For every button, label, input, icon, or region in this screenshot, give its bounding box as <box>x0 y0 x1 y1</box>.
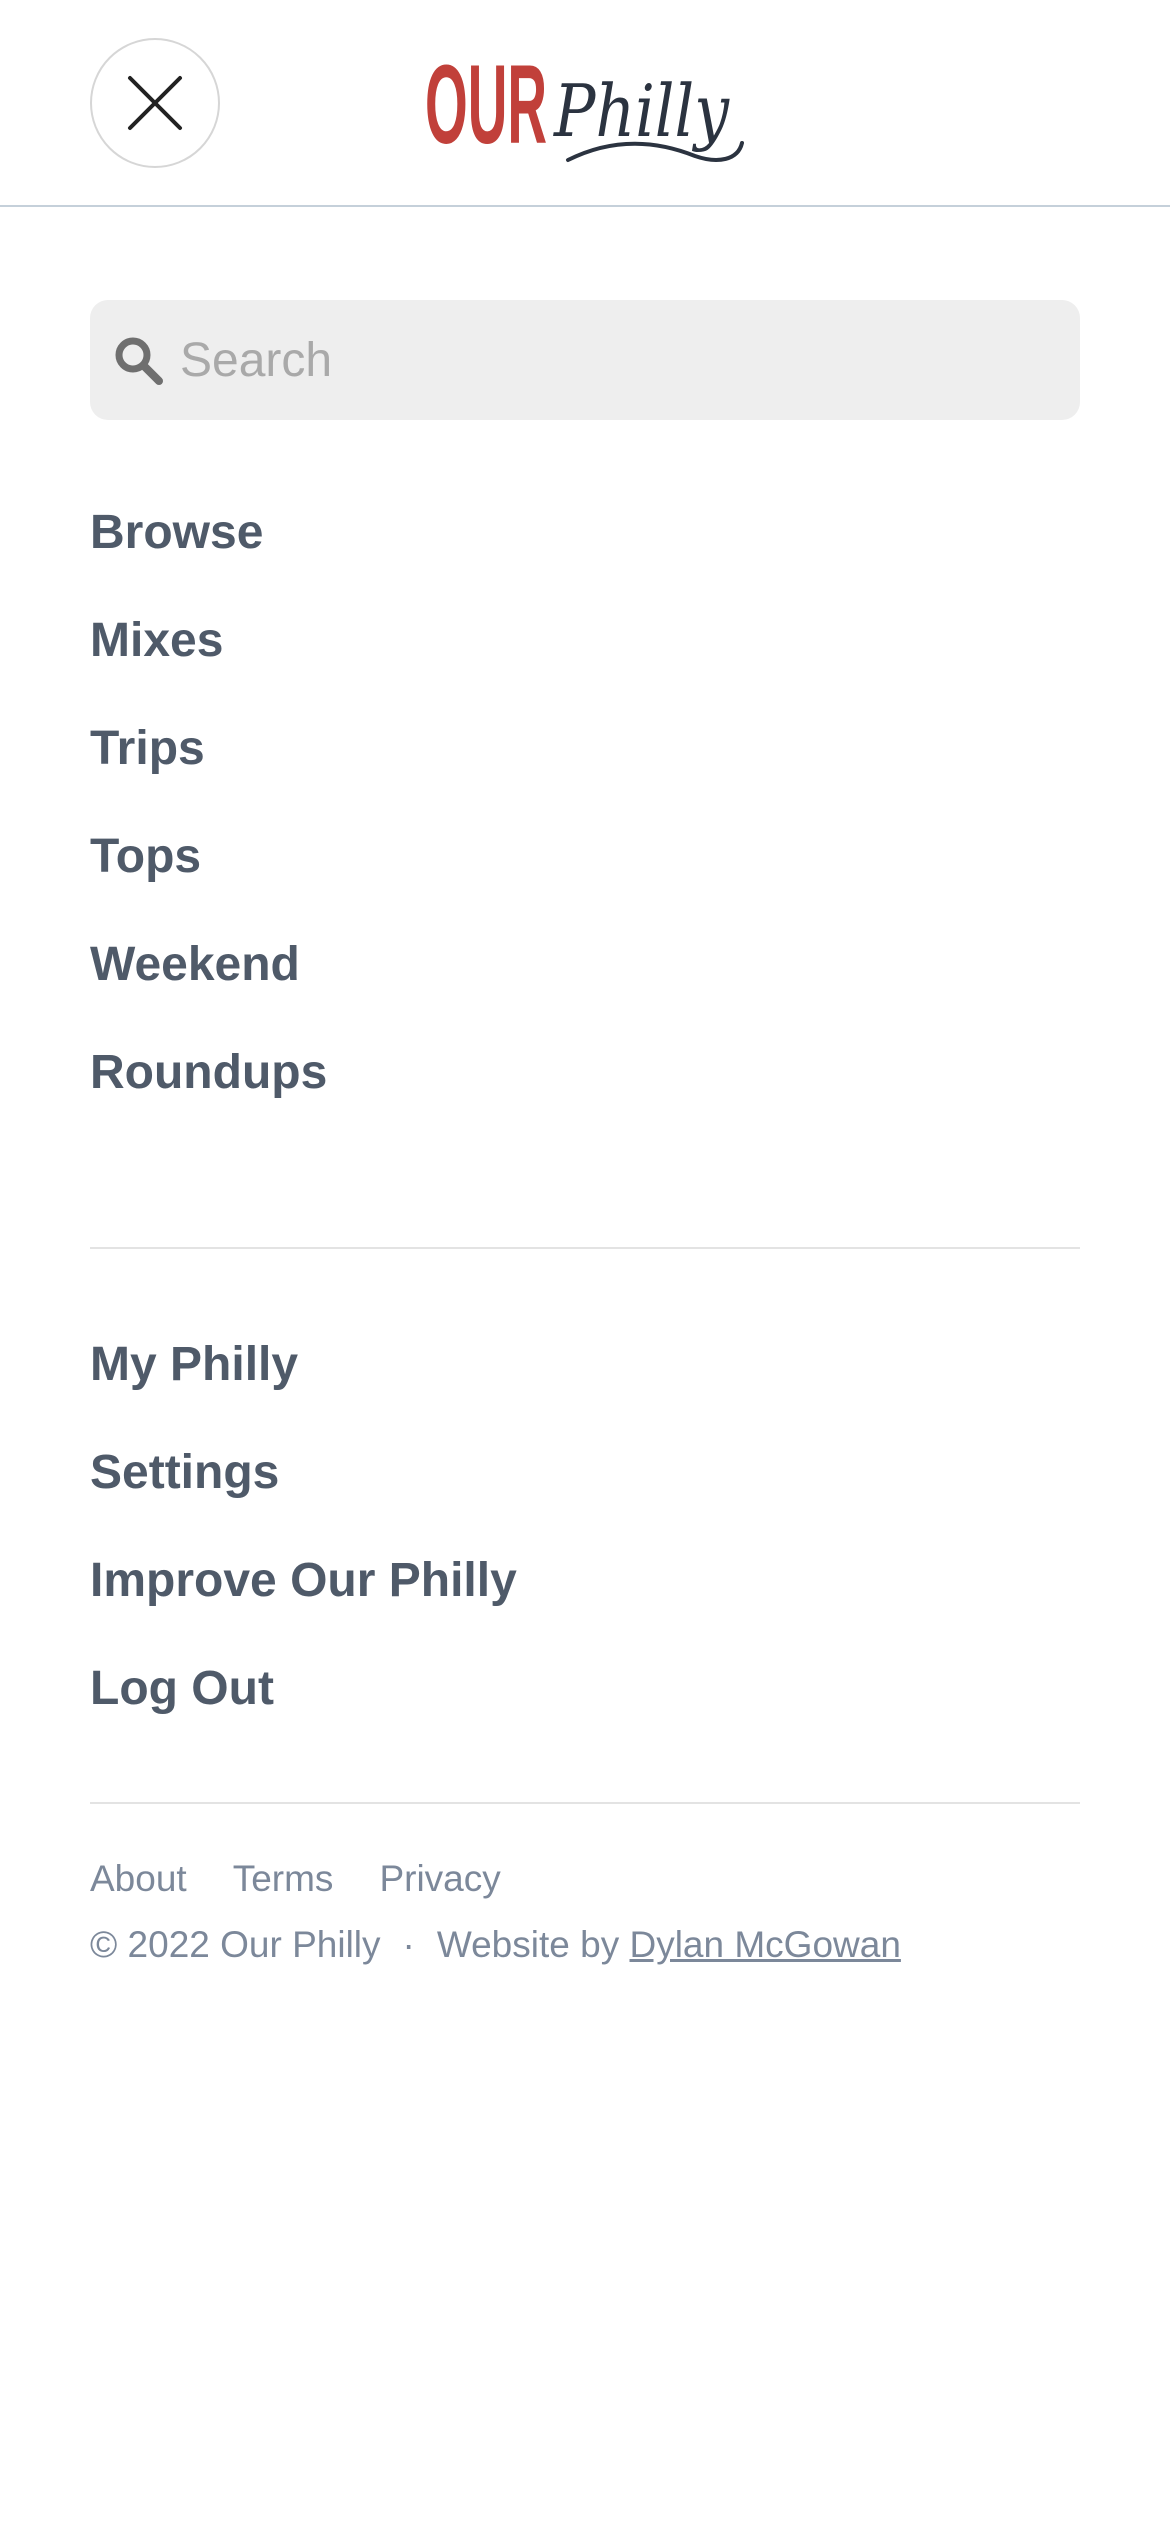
divider <box>90 1247 1080 1249</box>
nav-item-improve-our-philly[interactable]: Improve Our Philly <box>90 1526 517 1634</box>
divider <box>90 1802 1080 1804</box>
nav-item-roundups[interactable]: Roundups <box>90 1018 327 1126</box>
footer-links: About Terms Privacy <box>90 1858 501 1900</box>
copyright-text: © 2022 Our Philly <box>90 1924 381 1965</box>
nav-item-my-philly[interactable]: My Philly <box>90 1310 517 1418</box>
credit-prefix: Website by <box>436 1924 620 1965</box>
search-input[interactable] <box>180 300 1060 420</box>
search-icon <box>115 337 163 385</box>
footer-link-terms[interactable]: Terms <box>233 1858 334 1900</box>
logo[interactable]: OUR Philly <box>420 48 750 173</box>
footer-link-privacy[interactable]: Privacy <box>379 1858 500 1900</box>
close-icon <box>128 76 182 130</box>
logo-text-script: Philly <box>552 69 730 153</box>
copyright-line: © 2022 Our Philly · Website by Dylan McGow… <box>90 1924 901 1966</box>
nav-item-mixes[interactable]: Mixes <box>90 586 327 694</box>
top-bar: OUR Philly <box>0 0 1170 207</box>
nav-item-tops[interactable]: Tops <box>90 802 327 910</box>
nav-item-log-out[interactable]: Log Out <box>90 1634 517 1742</box>
nav-item-trips[interactable]: Trips <box>90 694 327 802</box>
separator-dot: · <box>402 1924 415 1965</box>
credit-link[interactable]: Dylan McGowan <box>629 1924 900 1965</box>
footer-link-about[interactable]: About <box>90 1858 187 1900</box>
nav-item-weekend[interactable]: Weekend <box>90 910 327 1018</box>
nav-item-browse[interactable]: Browse <box>90 478 327 586</box>
account-nav: My Philly Settings Improve Our Philly Lo… <box>90 1310 517 1742</box>
search-bar[interactable] <box>90 300 1080 420</box>
nav-item-settings[interactable]: Settings <box>90 1418 517 1526</box>
close-menu-button[interactable] <box>90 38 220 168</box>
main-nav: Browse Mixes Trips Tops Weekend Roundups <box>90 478 327 1126</box>
logo-text-bold: OUR <box>425 48 547 167</box>
